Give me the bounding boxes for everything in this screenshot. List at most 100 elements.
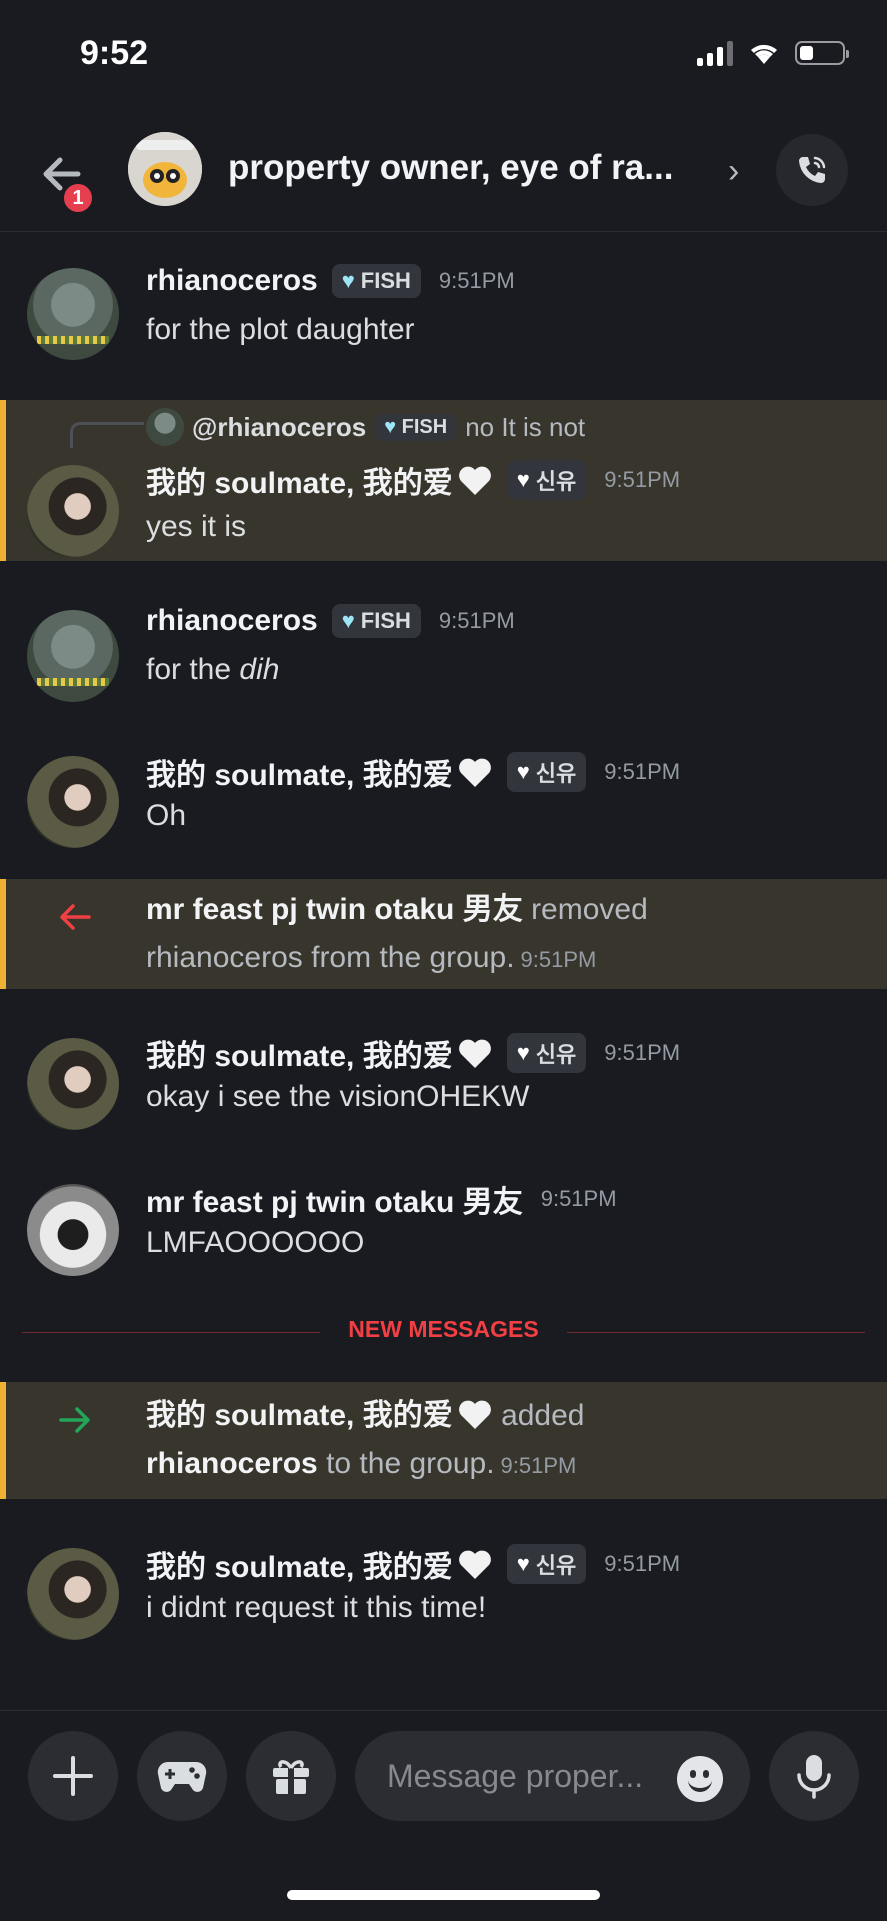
user-tag[interactable]: ♥ 신유 — [506, 1033, 587, 1073]
author-name[interactable]: 我的 soulmate, 我的爱 — [146, 458, 453, 502]
channel-header: property owner, eye of ra... › — [0, 110, 887, 232]
reply-author: @rhianoceros — [192, 411, 367, 442]
reply-avatar — [146, 408, 184, 446]
reply-tag: ♥ FISH — [376, 413, 456, 441]
message-item: rhianoceros ♥ FISH 9:51PM for the dih — [0, 590, 887, 720]
call-icon — [799, 156, 826, 183]
divider-line — [567, 1332, 865, 1333]
message-text: for the dih — [146, 653, 280, 686]
call-button[interactable] — [776, 134, 848, 206]
message-header: 我的 soulmate, 我的爱 ♥ 신유 9:51PM — [146, 458, 680, 502]
message-text: okay i see the visionOHEKW — [146, 1080, 530, 1113]
timestamp: 9:51PM — [540, 1186, 617, 1211]
author-name[interactable]: 我的 soulmate, 我的爱 — [146, 1031, 453, 1075]
target-name[interactable]: rhianoceros — [146, 941, 303, 974]
target-name[interactable]: rhianoceros — [146, 1447, 318, 1480]
status-time: 9:52 — [80, 34, 149, 72]
member-added-arrow-icon — [59, 1407, 90, 1433]
avatar[interactable] — [27, 268, 119, 360]
system-text: mr feast pj twin otaku 男友 removed rhiano… — [146, 893, 648, 974]
white-heart-icon — [458, 1550, 491, 1579]
avatar[interactable] — [27, 1038, 119, 1130]
message-header: 我的 soulmate, 我的爱 ♥ 신유 9:51PM — [146, 1542, 680, 1586]
avatar[interactable] — [27, 1548, 119, 1640]
attach-button[interactable] — [28, 1731, 118, 1821]
timestamp: 9:51PM — [438, 268, 515, 293]
heart-tag-icon: ♥ — [516, 1551, 530, 1576]
user-tag[interactable]: ♥ FISH — [331, 264, 421, 298]
member-removed-arrow-icon — [60, 904, 91, 930]
reply-preview[interactable]: @rhianoceros ♥ FISH no It is not — [146, 408, 585, 446]
plus-icon — [53, 1756, 93, 1796]
timestamp: 9:51PM — [604, 467, 681, 492]
wifi-icon — [751, 44, 777, 64]
message-text: for the plot daughter — [146, 313, 415, 346]
chevron-right-icon[interactable]: › — [728, 152, 739, 191]
message-item: mr feast pj twin otaku 男友 9:51PM LMFAOOO… — [0, 1163, 887, 1293]
avatar[interactable] — [27, 1184, 119, 1276]
user-tag[interactable]: ♥ 신유 — [506, 752, 587, 792]
heart-tag-icon: ♥ — [516, 1040, 530, 1065]
channel-title[interactable]: property owner, eye of ra... — [228, 148, 673, 188]
white-heart-icon — [458, 1039, 491, 1068]
status-bar: 9:52 — [0, 0, 887, 110]
avatar[interactable] — [27, 756, 119, 848]
reply-connector — [70, 422, 144, 448]
message-text: Oh — [146, 799, 187, 832]
message-header: 我的 soulmate, 我的爱 ♥ 신유 9:51PM — [146, 1031, 680, 1075]
home-indicator — [287, 1890, 600, 1900]
battery-icon — [795, 41, 849, 65]
signal-icon — [697, 40, 733, 66]
message-item: 我的 soulmate, 我的爱 ♥ 신유 9:51PM i didnt requ… — [0, 1528, 887, 1658]
group-avatar-image — [128, 132, 202, 206]
status-icons — [697, 40, 849, 66]
avatar[interactable] — [27, 465, 119, 557]
emoji-mouth — [688, 1780, 712, 1792]
message-text: i didnt request it this time! — [146, 1591, 487, 1624]
user-tag[interactable]: ♥ 신유 — [506, 460, 587, 500]
message-item: rhianoceros ♥ FISH 9:51PM for the plot da… — [0, 250, 887, 380]
message-header: mr feast pj twin otaku 男友 9:51PM — [146, 1177, 617, 1221]
white-heart-icon — [458, 466, 491, 495]
timestamp: 9:51PM — [604, 1040, 681, 1065]
white-heart-icon — [458, 1400, 491, 1429]
reply-text: no It is not — [465, 411, 586, 442]
author-name[interactable]: 我的 soulmate, 我的爱 — [146, 750, 453, 794]
new-messages-label: NEW MESSAGES — [348, 1316, 539, 1342]
timestamp: 9:51PM — [520, 947, 597, 972]
heart-tag-icon: ♥ — [516, 759, 530, 784]
new-messages-divider: NEW MESSAGES — [22, 1316, 865, 1342]
user-tag[interactable]: ♥ FISH — [331, 604, 421, 638]
system-message-added: 我的 soulmate, 我的爱 added rhianoceros to th… — [0, 1382, 887, 1499]
group-avatar[interactable] — [128, 132, 202, 206]
author-name[interactable]: rhianoceros — [146, 264, 318, 298]
white-heart-icon — [458, 758, 491, 787]
microphone-icon — [797, 1755, 831, 1799]
voice-button[interactable] — [769, 1731, 859, 1821]
timestamp: 9:51PM — [604, 1551, 681, 1576]
message-header: rhianoceros ♥ FISH 9:51PM — [146, 264, 515, 298]
avatar[interactable] — [27, 610, 119, 702]
system-message-removed: mr feast pj twin otaku 男友 removed rhiano… — [0, 879, 887, 989]
heart-tag-icon: ♥ — [341, 268, 355, 293]
author-name[interactable]: mr feast pj twin otaku 男友 — [146, 1177, 523, 1221]
message-text: LMFAOOOOOO — [146, 1226, 365, 1259]
timestamp: 9:51PM — [438, 608, 515, 633]
emoji-icon[interactable] — [677, 1756, 723, 1802]
timestamp: 9:51PM — [604, 759, 681, 784]
message-item: 我的 soulmate, 我的爱 ♥ 신유 9:51PM Oh — [0, 736, 887, 866]
message-header: rhianoceros ♥ FISH 9:51PM — [146, 604, 515, 638]
timestamp: 9:51PM — [500, 1453, 577, 1478]
author-name[interactable]: 我的 soulmate, 我的爱 — [146, 1542, 453, 1586]
gift-button[interactable] — [246, 1731, 336, 1821]
message-item-mention: @rhianoceros ♥ FISH no It is not 我的 soul… — [0, 400, 887, 561]
activities-button[interactable] — [137, 1731, 227, 1821]
actor-name[interactable]: mr feast pj twin otaku 男友 — [146, 893, 523, 926]
actor-name[interactable]: 我的 soulmate, 我的爱 — [146, 1399, 453, 1432]
author-name[interactable]: rhianoceros — [146, 604, 318, 638]
gamepad-icon — [157, 1761, 207, 1792]
user-tag[interactable]: ♥ 신유 — [506, 1544, 587, 1584]
heart-tag-icon: ♥ — [384, 415, 397, 438]
message-header: 我的 soulmate, 我的爱 ♥ 신유 9:51PM — [146, 750, 680, 794]
message-text: yes it is — [146, 510, 247, 543]
